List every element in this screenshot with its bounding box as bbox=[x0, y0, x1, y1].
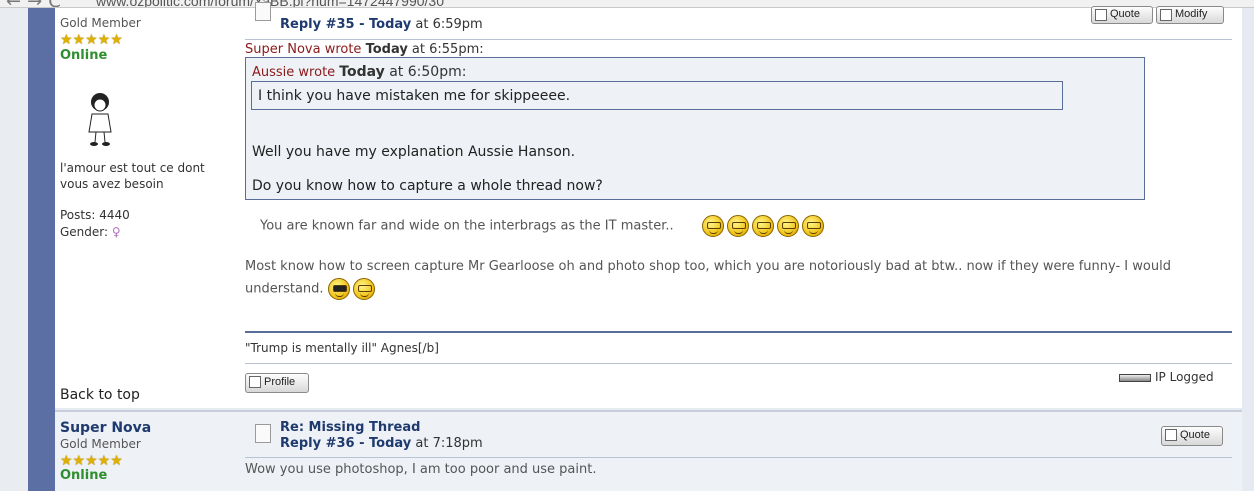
modify-icon bbox=[1160, 9, 1172, 21]
user-signature-text: l'amour est tout ce dont vous avez besoi… bbox=[60, 161, 205, 191]
profile-icon bbox=[249, 376, 261, 388]
gender-row: Gender: ♀ bbox=[60, 225, 121, 239]
outer-quote-author: Super Nova wrote bbox=[245, 42, 366, 57]
header-divider bbox=[245, 39, 1232, 40]
cool-smiley-icon bbox=[327, 278, 350, 300]
post-icon bbox=[255, 2, 271, 21]
body-line-2: Most know how to screen capture Mr Gearl… bbox=[245, 259, 1171, 274]
profile-button[interactable]: Profile bbox=[245, 373, 309, 393]
back-to-top-link[interactable]: Back to top bbox=[60, 387, 140, 403]
modify-button[interactable]: Modify bbox=[1156, 6, 1224, 24]
signature: "Trump is mentally ill" Agnes[/b] bbox=[245, 341, 439, 355]
inner-quote-author: Aussie wrote bbox=[252, 65, 340, 80]
smiley-icon bbox=[776, 215, 799, 237]
reload-icon[interactable]: C bbox=[48, 0, 61, 7]
back-icon[interactable]: ← bbox=[6, 0, 21, 7]
reply-number[interactable]: Reply #36 - bbox=[280, 436, 369, 451]
quote-button[interactable]: Quote bbox=[1161, 426, 1223, 446]
reply-number[interactable]: Reply #35 - bbox=[280, 17, 369, 32]
smiley-icon bbox=[801, 215, 824, 237]
reply-header: Reply #36 - Today at 7:18pm bbox=[280, 436, 483, 451]
signature-divider bbox=[245, 331, 1232, 333]
left-sidebar-strip bbox=[28, 8, 55, 491]
rank-stars: ★★★★★ bbox=[60, 33, 123, 47]
star-icon: ★★★★★ bbox=[60, 32, 123, 48]
body-line-3: understand. bbox=[245, 278, 378, 300]
browser-nav: ← → C bbox=[6, 0, 67, 7]
post-35: Gold Member ★★★★★ Online l'amour est tou… bbox=[55, 2, 1242, 408]
inner-quote-text: I think you have mistaken me for skippee… bbox=[258, 88, 571, 104]
smiley-icon bbox=[751, 215, 774, 237]
inner-quote-header: Aussie wrote Today at 6:50pm: bbox=[252, 64, 467, 80]
ip-logged-icon bbox=[1119, 373, 1151, 382]
gender-female-icon: ♀ bbox=[111, 225, 121, 239]
quote-button[interactable]: Quote bbox=[1091, 6, 1153, 24]
smiley-icon bbox=[701, 215, 724, 237]
reply-today: Today bbox=[369, 17, 412, 32]
smiley-icon bbox=[726, 215, 749, 237]
online-status: Online bbox=[60, 48, 108, 63]
avatar bbox=[88, 93, 112, 146]
author-name[interactable]: Super Nova bbox=[60, 420, 151, 436]
rank-stars: ★★★★★ bbox=[60, 454, 123, 468]
reply-header: Reply #35 - Today at 6:59pm bbox=[280, 17, 483, 32]
quote-paragraph-1: Well you have my explanation Aussie Hans… bbox=[252, 144, 576, 160]
smiley-icon bbox=[352, 278, 375, 300]
ip-logged: IP Logged bbox=[1119, 370, 1214, 384]
outer-quote-header: Super Nova wrote Today at 6:55pm: bbox=[245, 42, 484, 57]
quote-paragraph-2: Do you know how to capture a whole threa… bbox=[252, 178, 603, 194]
reply-time: at 6:59pm bbox=[411, 17, 483, 32]
header-divider bbox=[245, 457, 1232, 458]
posts-count: Posts: 4440 bbox=[60, 208, 130, 222]
body-line-1: You are known far and wide on the interb… bbox=[260, 215, 827, 237]
quote-icon bbox=[1095, 9, 1107, 21]
author-rank: Gold Member bbox=[60, 437, 141, 451]
author-rank: Gold Member bbox=[60, 16, 141, 30]
outer-quote-box: Aussie wrote Today at 6:50pm: I think yo… bbox=[245, 57, 1145, 200]
post-36: Super Nova Gold Member ★★★★★ Online Re: … bbox=[55, 410, 1242, 491]
gender-label: Gender: bbox=[60, 225, 109, 239]
post-body: Wow you use photoshop, I am too poor and… bbox=[245, 462, 597, 477]
star-icon: ★★★★★ bbox=[60, 453, 123, 469]
online-status: Online bbox=[60, 468, 108, 483]
quote-icon bbox=[1165, 429, 1177, 441]
browser-toolbar: ←→C www.ozpolitic.com/forum/YaBB.pl?num=… bbox=[0, 0, 1254, 8]
post-icon bbox=[255, 424, 271, 443]
footer-divider bbox=[245, 363, 1232, 364]
inner-quote-box: I think you have mistaken me for skippee… bbox=[251, 81, 1063, 110]
forward-icon[interactable]: → bbox=[27, 0, 42, 7]
subject-link[interactable]: Re: Missing Thread bbox=[280, 420, 420, 435]
